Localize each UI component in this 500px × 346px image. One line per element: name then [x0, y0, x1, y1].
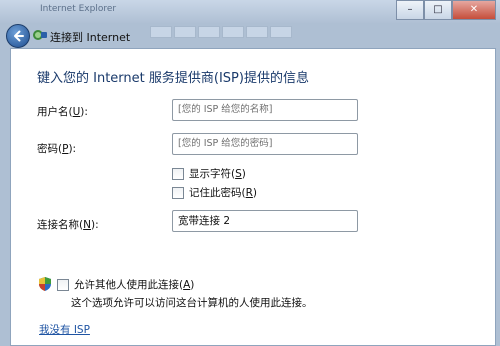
uac-shield-icon — [39, 277, 51, 291]
minimize-button[interactable]: – — [396, 0, 424, 20]
show-chars-option[interactable]: 显示字符(S) — [172, 166, 246, 181]
password-label-end: ): — [68, 143, 77, 155]
close-button[interactable]: ✕ — [452, 0, 496, 20]
allow-text: 允许其他人使用此连接( — [74, 279, 184, 291]
allow-others-checkbox[interactable] — [57, 278, 69, 291]
show-chars-text: 显示字符( — [189, 168, 236, 180]
network-connection-icon — [33, 30, 47, 40]
connection-name-input[interactable]: 宽带连接 2 — [172, 210, 358, 232]
back-arrow-icon — [14, 30, 24, 42]
password-label-text: 密码( — [37, 143, 63, 155]
show-chars-end: ) — [241, 168, 246, 180]
connection-name-label: 连接名称(N): — [37, 217, 99, 232]
wizard-title: 连接到 Internet — [50, 31, 131, 44]
back-button[interactable] — [6, 24, 30, 48]
password-input[interactable]: [您的 ISP 给您的密码] — [172, 133, 358, 155]
show-chars-key: S — [235, 168, 242, 180]
remember-password-option[interactable]: 记住此密码(R) — [172, 185, 257, 200]
conn-name-label-key: N — [83, 219, 91, 231]
password-label: 密码(P): — [37, 141, 76, 156]
allow-others-description: 这个选项允许可以访问这台计算机的人使用此连接。 — [71, 297, 313, 309]
window-title-ghost: Internet Explorer — [40, 4, 117, 14]
username-label-end: ): — [80, 106, 88, 118]
remember-key: R — [245, 187, 253, 199]
window-titlebar: Internet Explorer – □ ✕ — [0, 0, 500, 24]
no-isp-link[interactable]: 我没有 ISP — [39, 322, 90, 337]
remember-password-label: 记住此密码(R) — [189, 185, 257, 200]
window-controls: – □ ✕ — [396, 0, 496, 20]
show-chars-label: 显示字符(S) — [189, 166, 246, 181]
wizard-nav-bar: 连接到 Internet — [0, 22, 500, 50]
allow-end: ) — [190, 279, 195, 291]
conn-name-label-text: 连接名称( — [37, 219, 84, 231]
username-label-text: 用户名( — [37, 106, 73, 118]
username-label: 用户名(U): — [37, 104, 88, 119]
conn-name-label-end: ): — [90, 219, 99, 231]
allow-others-option[interactable]: 允许其他人使用此连接(A) — [57, 277, 194, 292]
show-chars-checkbox[interactable] — [172, 167, 184, 180]
allow-others-label: 允许其他人使用此连接(A) — [74, 277, 194, 292]
wizard-content-panel: 键入您的 Internet 服务提供商(ISP)提供的信息 用户名(U): [您… — [10, 48, 496, 346]
page-heading: 键入您的 Internet 服务提供商(ISP)提供的信息 — [37, 71, 309, 86]
maximize-button[interactable]: □ — [424, 0, 452, 20]
username-input[interactable]: [您的 ISP 给您的名称] — [172, 99, 358, 121]
remember-password-checkbox[interactable] — [172, 186, 184, 199]
remember-end: ) — [252, 187, 258, 199]
remember-text: 记住此密码( — [189, 187, 246, 199]
